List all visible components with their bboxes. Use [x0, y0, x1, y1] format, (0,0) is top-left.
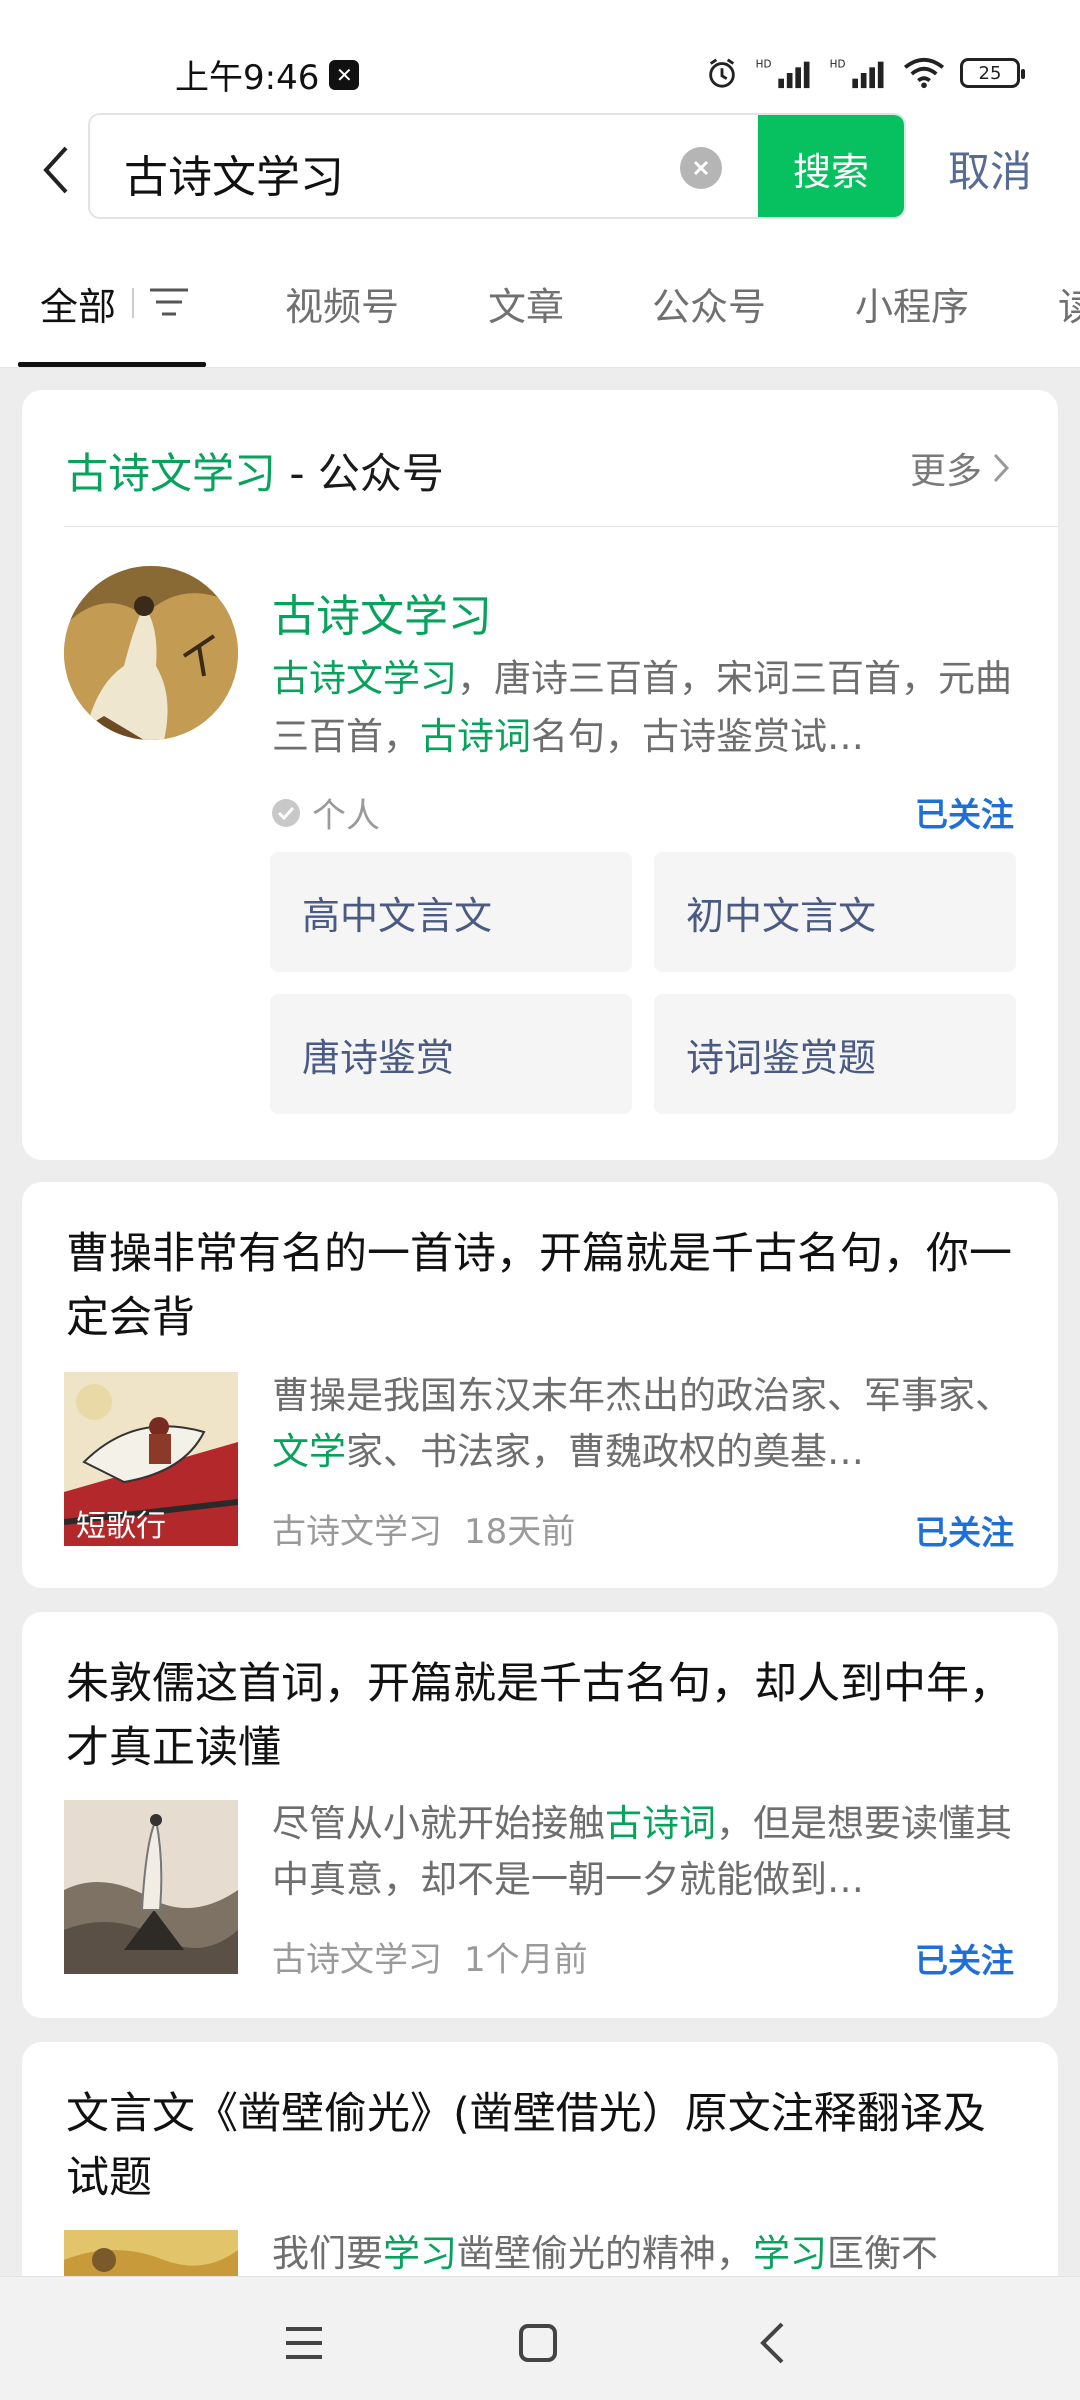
notification-icon: ✕ — [329, 59, 360, 90]
menu-tang-poetry[interactable]: 唐诗鉴赏 — [270, 994, 632, 1114]
desc-highlight: 文学 — [272, 1430, 346, 1473]
status-icons: HD HD 25 — [704, 56, 1025, 90]
home-button[interactable] — [508, 2313, 568, 2373]
article-time: 18天前 — [464, 1512, 576, 1552]
tab-channels[interactable]: 视频号 — [285, 276, 399, 331]
account-section-title: 古诗文学习 - 公众号 — [66, 440, 444, 501]
thumbnail-image — [64, 1800, 238, 1974]
signal-hd-label: HD — [756, 58, 772, 70]
clear-icon — [693, 160, 709, 176]
alarm-icon — [709, 58, 735, 88]
desc-text: 曹操是我国东汉末年杰出的政治家、军事家、 — [272, 1374, 1012, 1417]
thumbnail-image: 短歌行 — [64, 1372, 238, 1546]
desc-text: 家、书法家，曹魏政权的奠基… — [346, 1430, 864, 1473]
thumbnail-text: 短歌行 — [76, 1509, 166, 1544]
menu-middle-school-classics[interactable]: 初中文言文 — [654, 852, 1016, 972]
tab-mini-programs[interactable]: 小程序 — [855, 276, 969, 331]
search-input[interactable]: 古诗文学习 搜索 — [88, 113, 906, 219]
article-source[interactable]: 古诗文学习 — [272, 1512, 442, 1552]
desc-highlight: 古诗词 — [605, 1802, 716, 1845]
account-avatar[interactable] — [64, 566, 238, 740]
tab-articles[interactable]: 文章 — [488, 276, 564, 331]
signal-icon-2: HD — [830, 58, 884, 89]
article-title[interactable]: 朱敦儒这首词，开篇就是千古名句，却人到中年，才真正读懂 — [66, 1652, 1026, 1780]
search-header: 古诗文学习 搜索 取消 — [0, 110, 1080, 230]
desc-text: 凿壁偷光的精神， — [457, 2232, 753, 2275]
article-source[interactable]: 古诗文学习 — [272, 1940, 442, 1980]
desc-highlight: 学习 — [753, 2232, 827, 2275]
tab-separator — [132, 288, 134, 318]
follow-status[interactable]: 已关注 — [915, 788, 1014, 836]
divider — [64, 526, 1058, 527]
wifi-icon — [903, 57, 945, 89]
account-section-name: 古诗文学习 — [66, 449, 277, 498]
article-title[interactable]: 曹操非常有名的一首诗，开篇就是千古名句，你一定会背 — [66, 1222, 1026, 1350]
account-section-suffix: - 公众号 — [276, 449, 444, 498]
desc-highlight: 古诗词 — [420, 715, 531, 758]
more-label: 更多 — [909, 451, 982, 492]
status-time-text: 上午9:46 — [175, 58, 320, 98]
article-meta: 古诗文学习 1个月前 — [272, 1932, 588, 1981]
desc-text: 我们要 — [272, 2232, 383, 2275]
category-tabs: 全部 视频号 文章 公众号 小程序 读 — [0, 230, 1080, 368]
chevron-right-icon — [993, 453, 1010, 483]
menu-icon — [286, 2327, 322, 2359]
back-arrow-icon — [43, 146, 68, 194]
back-button[interactable] — [30, 140, 80, 200]
menu-high-school-classics[interactable]: 高中文言文 — [270, 852, 632, 972]
article-time: 1个月前 — [464, 1940, 588, 1980]
desc-highlight: 学习 — [383, 2232, 457, 2275]
status-bar: 上午9:46 ✕ HD HD 25 — [0, 0, 1080, 110]
follow-status[interactable]: 已关注 — [915, 1934, 1014, 1982]
account-card: 古诗文学习 - 公众号 更多 古诗文学习 古诗文学习，唐诗三百首，宋词三百首，元… — [22, 390, 1058, 1160]
desc-text: 尽管从小就开始接触 — [272, 1802, 605, 1845]
article-description: 我们要学习凿壁偷光的精神，学习匡衡不 — [272, 2226, 1024, 2282]
menu-poetry-appreciation[interactable]: 诗词鉴赏题 — [654, 994, 1016, 1114]
tab-official-accounts[interactable]: 公众号 — [652, 276, 766, 331]
cancel-button[interactable]: 取消 — [948, 138, 1032, 199]
status-time: 上午9:46 ✕ — [175, 50, 360, 99]
account-name[interactable]: 古诗文学习 — [272, 580, 492, 644]
home-icon — [519, 2324, 557, 2362]
signal-icon: HD — [756, 58, 810, 89]
search-query-text[interactable]: 古诗文学习 — [124, 141, 344, 205]
article-card[interactable]: 曹操非常有名的一首诗，开篇就是千古名句，你一定会背 短歌行 曹操是我国东汉末年杰… — [22, 1182, 1058, 1588]
clear-button[interactable] — [680, 147, 722, 189]
system-nav-bar — [0, 2276, 1080, 2400]
more-button[interactable]: 更多 — [910, 442, 1010, 494]
avatar-image — [64, 566, 238, 740]
article-thumbnail — [64, 1800, 238, 1974]
follow-status[interactable]: 已关注 — [915, 1506, 1014, 1554]
article-title[interactable]: 文言文《凿壁偷光》(凿壁借光）原文注释翻译及试题 — [66, 2082, 1026, 2210]
desc-text: 匡衡不 — [827, 2232, 938, 2275]
article-description: 尽管从小就开始接触古诗词，但是想要读懂其中真意，却不是一朝一夕就能做到… — [272, 1796, 1024, 1908]
article-description: 曹操是我国东汉末年杰出的政治家、军事家、文学家、书法家，曹魏政权的奠基… — [272, 1368, 1024, 1480]
verified-icon — [272, 798, 300, 827]
account-description: 古诗文学习，唐诗三百首，宋词三百首，元曲三百首，古诗词名句，古诗鉴赏试… — [272, 650, 1012, 766]
search-button[interactable]: 搜索 — [758, 115, 904, 217]
account-type-label: 个人 — [312, 796, 380, 836]
article-meta: 古诗文学习 18天前 — [272, 1504, 575, 1553]
menu-button[interactable] — [274, 2313, 334, 2373]
account-type: 个人 — [270, 788, 380, 837]
signal-hd-label-2: HD — [830, 58, 846, 70]
active-tab-indicator — [18, 362, 206, 367]
tab-all[interactable]: 全部 — [40, 276, 116, 331]
nav-back-icon — [760, 2322, 784, 2364]
nav-back-button[interactable] — [742, 2313, 802, 2373]
tab-read[interactable]: 读 — [1058, 276, 1080, 331]
article-card[interactable]: 朱敦儒这首词，开篇就是千古名句，却人到中年，才真正读懂 尽管从小就开始接触古诗词… — [22, 1612, 1058, 2018]
desc-text: 名句，古诗鉴赏试… — [531, 715, 864, 758]
battery-level: 25 — [978, 62, 1002, 84]
filter-icon[interactable] — [148, 286, 190, 318]
desc-highlight: 古诗文学习 — [272, 657, 457, 700]
battery-icon: 25 — [960, 58, 1025, 88]
article-thumbnail: 短歌行 — [64, 1372, 238, 1546]
